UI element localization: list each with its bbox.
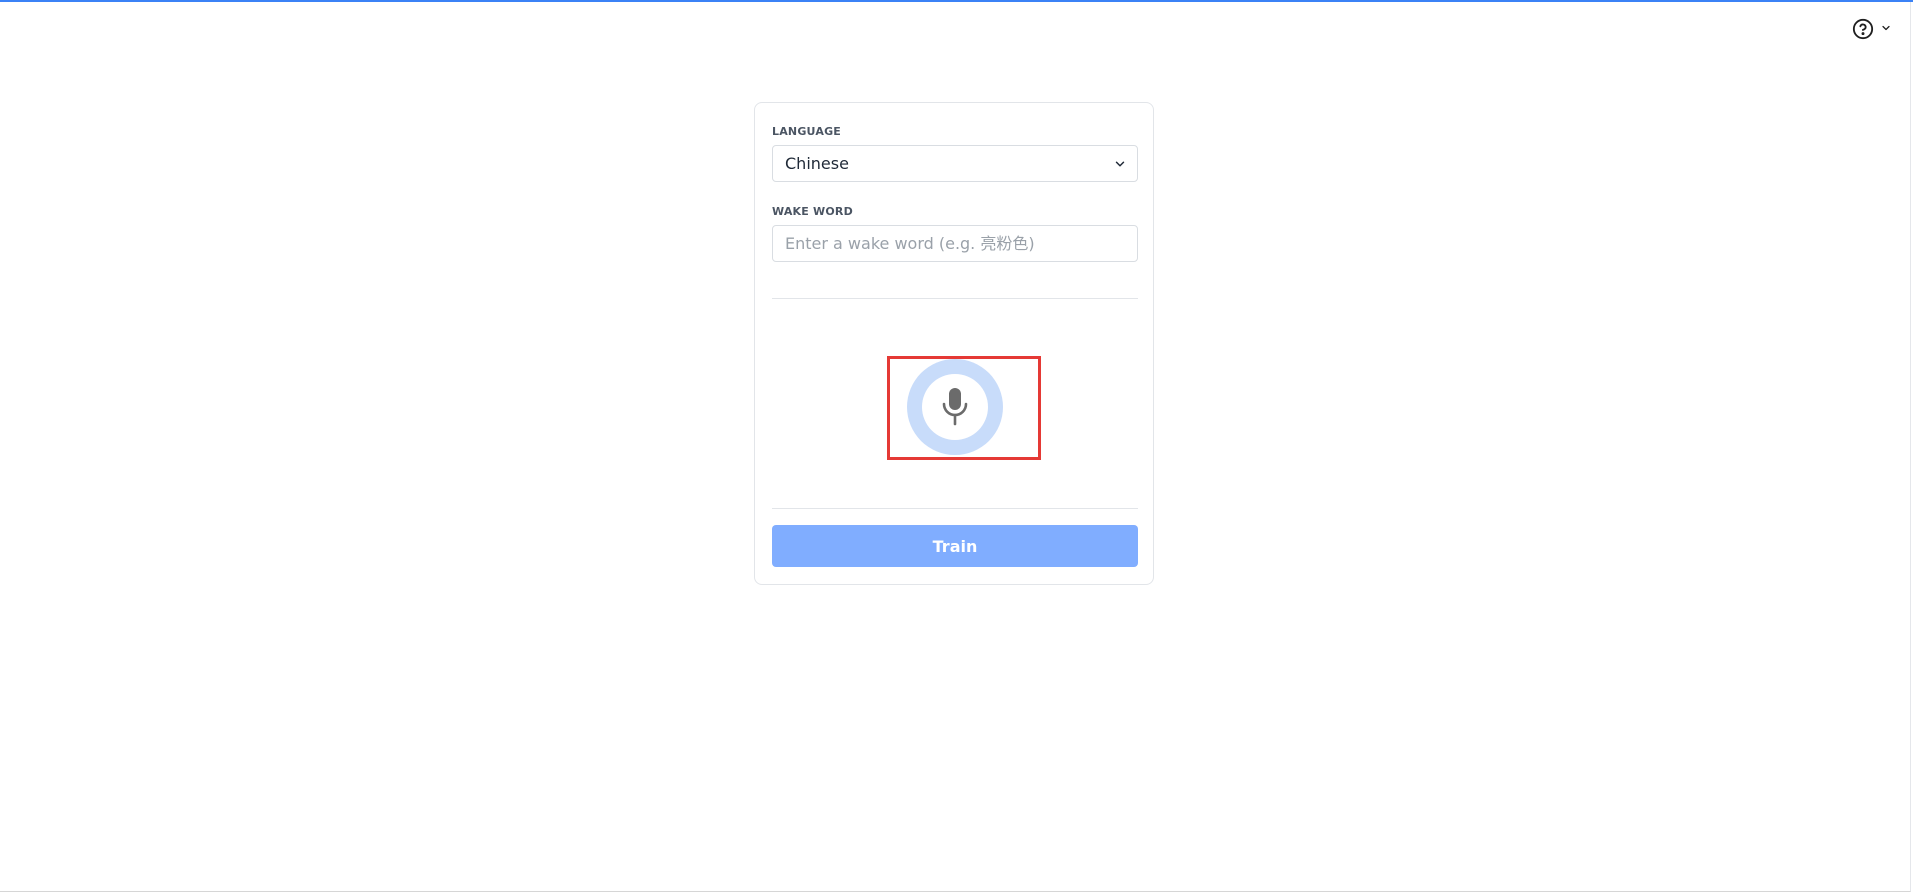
mic-button-inner [922, 374, 988, 440]
divider [772, 298, 1138, 299]
browser-viewport: LANGUAGE Chinese WAKE WORD Enter a wake … [0, 0, 1913, 896]
help-circle-icon[interactable] [1852, 18, 1874, 40]
language-label: LANGUAGE [772, 125, 842, 138]
train-button[interactable]: Train [772, 525, 1138, 567]
record-microphone-button[interactable] [907, 359, 1003, 455]
help-menu[interactable] [1852, 18, 1892, 40]
language-select[interactable]: Chinese [772, 145, 1138, 182]
wake-word-label: WAKE WORD [772, 205, 853, 218]
app-frame: LANGUAGE Chinese WAKE WORD Enter a wake … [0, 2, 1911, 892]
language-select-value: Chinese [785, 154, 849, 173]
microphone-icon [938, 386, 972, 428]
wake-word-card: LANGUAGE Chinese WAKE WORD Enter a wake … [754, 102, 1154, 585]
wake-word-input[interactable] [772, 225, 1138, 262]
chevron-down-icon[interactable] [1880, 22, 1892, 34]
divider [772, 508, 1138, 509]
chevron-down-icon [1113, 157, 1127, 171]
